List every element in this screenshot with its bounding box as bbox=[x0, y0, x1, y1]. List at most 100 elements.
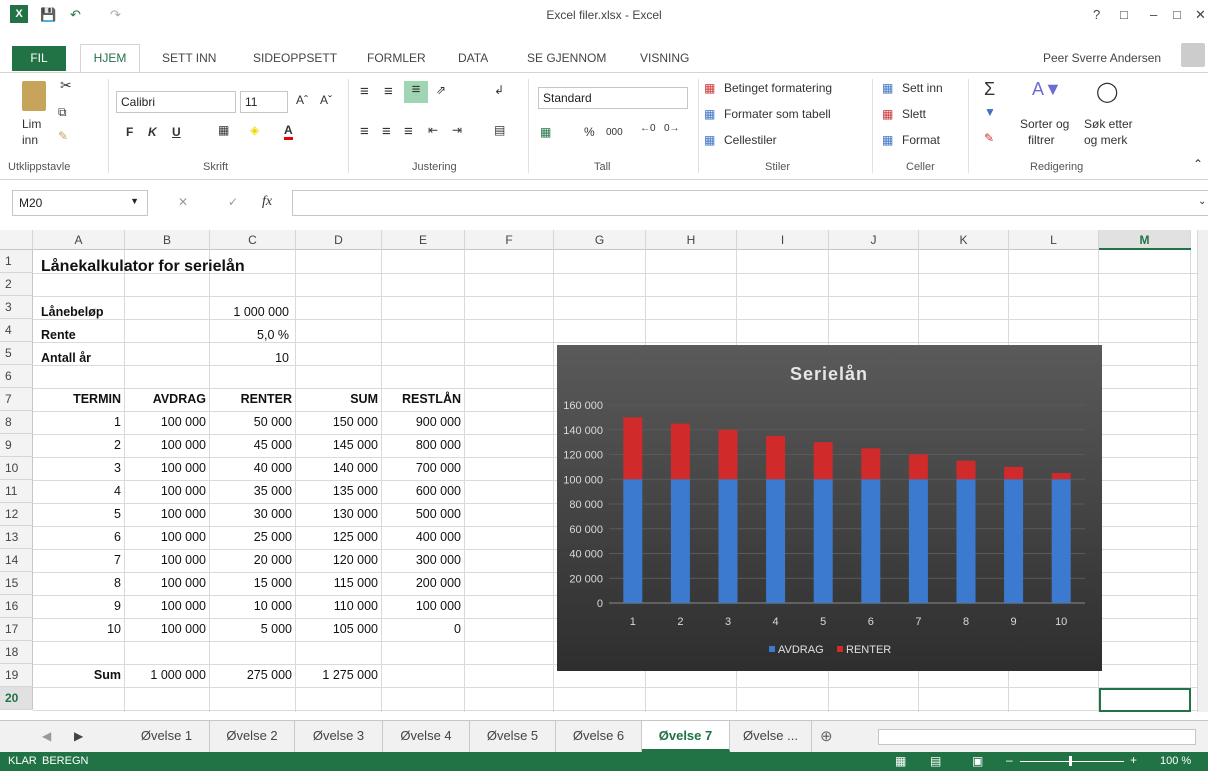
align-center-icon[interactable]: ≡ bbox=[382, 123, 391, 140]
table-cell[interactable]: 130 000 bbox=[296, 503, 382, 526]
page-break-icon[interactable]: ▣ bbox=[972, 754, 983, 768]
bar-renter-5[interactable] bbox=[813, 442, 833, 480]
table-cell[interactable]: 5 000 bbox=[210, 618, 296, 641]
row-header[interactable]: 19 bbox=[0, 664, 33, 687]
table-cell[interactable]: 1 275 000 bbox=[296, 664, 382, 687]
normal-view-icon[interactable]: ▦ bbox=[895, 754, 906, 768]
row-header[interactable]: 16 bbox=[0, 595, 33, 618]
increase-decimal-icon[interactable]: ←0 bbox=[640, 123, 656, 134]
table-cell[interactable]: 100 000 bbox=[382, 595, 465, 618]
chevron-down-icon[interactable]: ▼ bbox=[130, 196, 139, 206]
column-header[interactable]: K bbox=[919, 230, 1009, 250]
bar-avdrag-10[interactable] bbox=[1051, 479, 1071, 603]
clear-icon[interactable]: ✎ bbox=[984, 131, 994, 145]
format-cells-button[interactable]: Format bbox=[902, 133, 940, 147]
name-box[interactable]: M20 ▼ bbox=[12, 190, 148, 216]
table-cell[interactable]: 100 000 bbox=[125, 526, 210, 549]
align-left-icon[interactable]: ≡ bbox=[360, 123, 369, 140]
table-cell[interactable]: 115 000 bbox=[296, 572, 382, 595]
column-header[interactable]: J bbox=[829, 230, 919, 250]
table-cell[interactable]: 400 000 bbox=[382, 526, 465, 549]
legend-label[interactable]: RENTER bbox=[846, 644, 891, 656]
sheet-tab[interactable]: Øvelse 2 bbox=[210, 721, 295, 752]
table-cell[interactable]: 200 000 bbox=[382, 572, 465, 595]
row-header[interactable]: 10 bbox=[0, 457, 33, 480]
table-cell[interactable]: 0 bbox=[382, 618, 465, 641]
find-select-button-label[interactable]: og merk bbox=[1084, 133, 1127, 147]
tab-sett-inn[interactable]: SETT INN bbox=[162, 51, 216, 65]
grow-font-icon[interactable]: Aˆ bbox=[296, 93, 308, 107]
bar-avdrag-7[interactable] bbox=[908, 479, 928, 603]
table-cell[interactable]: 150 000 bbox=[296, 411, 382, 434]
bold-button[interactable]: F bbox=[126, 125, 133, 139]
rate-value[interactable]: 5,0 % bbox=[210, 324, 293, 347]
expand-formula-icon[interactable]: ⌄ bbox=[1198, 196, 1206, 207]
row-header[interactable]: 5 bbox=[0, 342, 33, 365]
table-cell[interactable]: 500 000 bbox=[382, 503, 465, 526]
delete-cells-button[interactable]: Slett bbox=[902, 107, 926, 121]
row-header[interactable]: 4 bbox=[0, 319, 33, 342]
zoom-slider[interactable] bbox=[1020, 761, 1124, 762]
table-cell[interactable]: 7 bbox=[33, 549, 125, 572]
table-cell[interactable]: 10 bbox=[33, 618, 125, 641]
bar-renter-9[interactable] bbox=[1004, 466, 1024, 480]
sheet-tab[interactable]: Øvelse 6 bbox=[556, 721, 642, 752]
conditional-format-button[interactable]: Betinget formatering bbox=[724, 81, 832, 95]
rate-label[interactable]: Rente bbox=[37, 324, 80, 347]
collapse-ribbon-icon[interactable]: ⌃ bbox=[1193, 157, 1203, 171]
fill-icon[interactable]: ▼ bbox=[984, 105, 996, 119]
minimize-icon[interactable]: – bbox=[1150, 7, 1157, 22]
align-middle-icon[interactable]: ≡ bbox=[384, 83, 393, 100]
insert-function-icon[interactable]: fx bbox=[262, 194, 272, 210]
wrap-text-icon[interactable]: ↲ bbox=[494, 83, 504, 97]
table-cell[interactable]: 30 000 bbox=[210, 503, 296, 526]
border-icon[interactable]: ▦ bbox=[218, 123, 229, 137]
sheet-tab[interactable]: Øvelse 3 bbox=[295, 721, 383, 752]
help-icon[interactable]: ? bbox=[1093, 7, 1100, 22]
table-cell[interactable]: 110 000 bbox=[296, 595, 382, 618]
table-cell[interactable]: SUM bbox=[296, 388, 382, 411]
table-cell[interactable]: 5 bbox=[33, 503, 125, 526]
column-header[interactable]: C bbox=[210, 230, 296, 250]
bar-avdrag-3[interactable] bbox=[718, 479, 738, 603]
row-header[interactable]: 6 bbox=[0, 365, 33, 388]
orientation-icon[interactable]: ⇗ bbox=[436, 83, 446, 97]
thousands-button[interactable]: 000 bbox=[606, 127, 623, 138]
column-header[interactable]: E bbox=[382, 230, 465, 250]
table-cell[interactable]: 600 000 bbox=[382, 480, 465, 503]
sort-filter-button[interactable]: Sorter og bbox=[1020, 117, 1069, 131]
bar-renter-1[interactable] bbox=[623, 417, 643, 480]
sort-filter-button-label[interactable]: filtrer bbox=[1028, 133, 1055, 147]
tab-fil[interactable]: FIL bbox=[12, 46, 66, 71]
table-cell[interactable]: 40 000 bbox=[210, 457, 296, 480]
zoom-slider-thumb[interactable] bbox=[1069, 756, 1072, 766]
column-header[interactable]: B bbox=[125, 230, 210, 250]
sheet-tab[interactable]: Øvelse 4 bbox=[383, 721, 470, 752]
align-top-icon[interactable]: ≡ bbox=[360, 83, 369, 100]
row-header[interactable]: 17 bbox=[0, 618, 33, 641]
column-header[interactable]: H bbox=[646, 230, 737, 250]
table-cell[interactable]: RESTLÅN bbox=[382, 388, 465, 411]
table-cell[interactable]: 10 000 bbox=[210, 595, 296, 618]
sheet-title[interactable]: Lånekalkulator for serielån bbox=[37, 255, 249, 278]
column-header[interactable]: F bbox=[465, 230, 554, 250]
table-cell[interactable]: 100 000 bbox=[125, 480, 210, 503]
bar-avdrag-4[interactable] bbox=[766, 479, 786, 603]
table-cell[interactable]: 135 000 bbox=[296, 480, 382, 503]
row-header[interactable]: 3 bbox=[0, 296, 33, 319]
bar-avdrag-1[interactable] bbox=[623, 479, 643, 603]
years-value[interactable]: 10 bbox=[210, 347, 293, 370]
column-header[interactable]: D bbox=[296, 230, 382, 250]
column-header[interactable]: I bbox=[737, 230, 829, 250]
font-name-select[interactable]: Calibri bbox=[116, 91, 236, 113]
bar-avdrag-6[interactable] bbox=[861, 479, 881, 603]
column-header[interactable]: L bbox=[1009, 230, 1099, 250]
table-cell[interactable]: 6 bbox=[33, 526, 125, 549]
table-cell[interactable]: 45 000 bbox=[210, 434, 296, 457]
row-header[interactable]: 2 bbox=[0, 273, 33, 296]
table-cell[interactable]: 100 000 bbox=[125, 595, 210, 618]
sheet-tab[interactable]: Øvelse 1 bbox=[124, 721, 210, 752]
bar-renter-6[interactable] bbox=[861, 448, 881, 480]
currency-icon[interactable]: ▦ bbox=[540, 125, 551, 139]
select-all-corner[interactable] bbox=[0, 230, 33, 250]
